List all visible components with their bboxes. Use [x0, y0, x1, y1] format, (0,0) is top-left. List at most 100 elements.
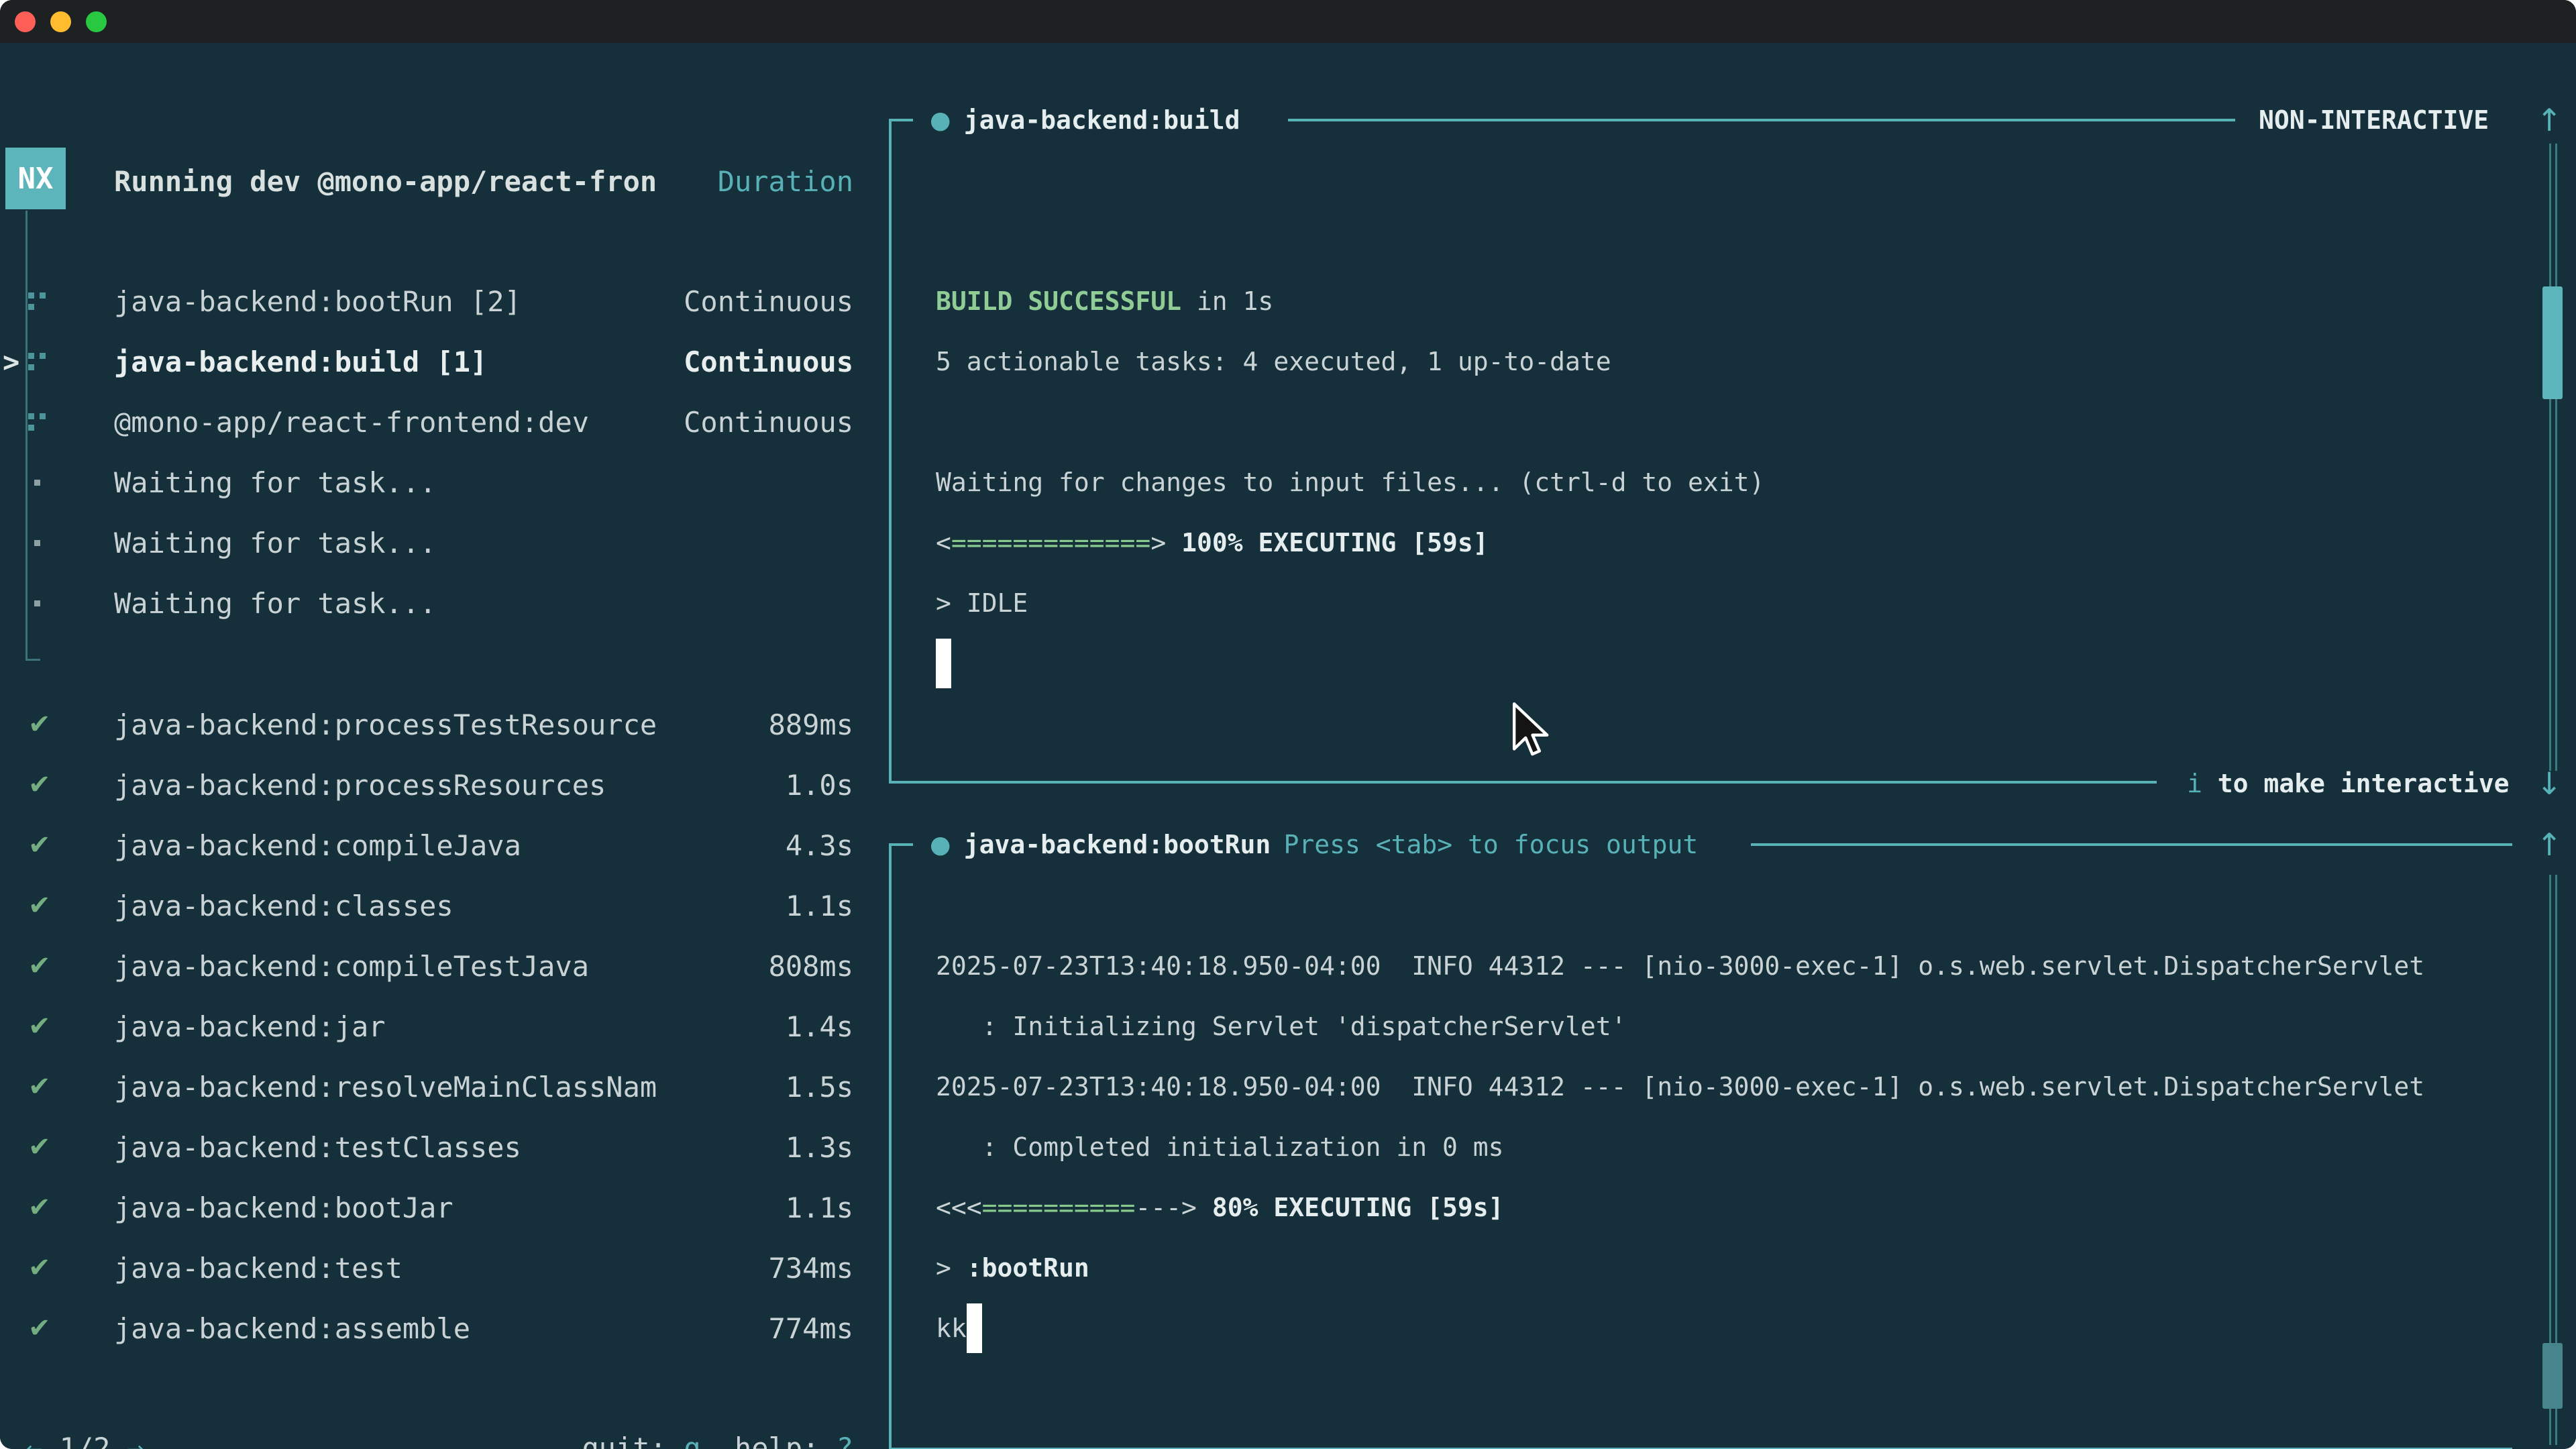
task-label: java-backend:testClasses [114, 1117, 521, 1177]
task-duration: 889ms [769, 694, 853, 755]
task-row[interactable]: ✔java-backend:compileJava4.3s [0, 815, 853, 875]
task-label: Waiting for task... [114, 513, 436, 573]
zoom-window-button[interactable] [86, 11, 107, 32]
interactive-hint-text: to make interactive [2218, 769, 2510, 798]
task-duration: 4.3s [786, 815, 853, 875]
build-pane-bottom-border [889, 781, 2157, 784]
duration-column-header: Duration [0, 151, 853, 211]
terminal-line: 2025-07-23T13:40:18.950-04:00 INFO 44312… [936, 936, 2424, 996]
bootrun-pane-header-rule [1751, 843, 2512, 846]
build-pane-interactive-hint: i to make interactive [2187, 753, 2509, 814]
task-pending-dot-icon [34, 480, 40, 486]
bootrun-pane-scrollbar-thumb[interactable] [2542, 1343, 2563, 1409]
task-label: Waiting for task... [114, 573, 436, 633]
terminal-content: NX Running dev @mono-app/react-fron Dura… [0, 43, 2576, 1449]
task-duration: 808ms [769, 936, 853, 996]
task-label: java-backend:processTestResource [114, 694, 657, 755]
task-row[interactable]: ✔ java-backend:resolveMainClassNam 1.5s [0, 1057, 853, 1117]
task-duration: 1.3s [786, 1117, 853, 1177]
task-row[interactable]: @mono-app/react-frontend:dev Continuous [0, 392, 853, 452]
bootrun-pane-header: ● java-backend:bootRun Press <tab> to fo… [930, 814, 1698, 875]
task-duration: 774ms [769, 1298, 853, 1358]
task-row[interactable]: ✔ java-backend:assemble 774ms [0, 1298, 853, 1358]
quit-hint-label: quit: [582, 1432, 666, 1449]
bootrun-pane-corner-stub [889, 843, 913, 846]
keyboard-hints: quit: q help: ? [0, 1417, 853, 1449]
task-row[interactable]: Waiting for task... [0, 513, 853, 573]
task-pending-dot-icon [34, 540, 40, 546]
task-row[interactable]: java-backend:build [1]Continuous [0, 331, 853, 392]
build-pane-header-rule [1288, 119, 2235, 121]
build-pane-scroll-up-icon[interactable]: ↑ [2529, 90, 2569, 150]
task-spinner-icon [28, 292, 46, 311]
task-duration: 734ms [769, 1238, 853, 1298]
task-label: java-backend:assemble [114, 1298, 470, 1358]
close-window-button[interactable] [15, 11, 36, 32]
task-label: java-backend:classes [114, 875, 453, 936]
terminal-block-cursor [936, 639, 951, 688]
terminal-line: <=============> 100% EXECUTING [59s] [936, 513, 1489, 573]
bootrun-pane-title: java-backend:bootRun [964, 830, 1271, 859]
task-row[interactable]: Waiting for task... [0, 573, 853, 633]
bootrun-pane-left-border [889, 843, 892, 1449]
task-label: java-backend:bootJar [114, 1177, 453, 1238]
task-success-check-icon: ✔ [28, 951, 51, 981]
terminal-line: Waiting for changes to input files... (c… [936, 452, 1764, 513]
bootrun-pane-scroll-up-icon[interactable]: ↑ [2529, 814, 2569, 875]
task-duration: 1.1s [786, 1177, 853, 1238]
task-row[interactable]: ✔java-backend:processResources1.0s [0, 755, 853, 815]
task-success-check-icon: ✔ [28, 1313, 51, 1344]
terminal-line [936, 633, 951, 694]
task-duration: 1.4s [786, 996, 853, 1057]
terminal-line: BUILD SUCCESSFUL in 1s [936, 271, 1273, 331]
task-label: java-backend:compileJava [114, 815, 521, 875]
task-row[interactable]: ✔java-backend:classes1.1s [0, 875, 853, 936]
task-row[interactable]: ✔ java-backend:compileTestJava 808ms [0, 936, 853, 996]
build-pane-scrollbar-track[interactable] [2549, 144, 2557, 771]
terminal-window: NX Running dev @mono-app/react-fron Dura… [0, 0, 2576, 1449]
task-spinner-icon [28, 413, 46, 431]
build-pane-corner-stub [889, 119, 913, 121]
task-duration: 1.5s [786, 1057, 853, 1117]
task-label: java-backend:resolveMainClassNam [114, 1057, 657, 1117]
task-label: Waiting for task... [114, 452, 436, 513]
build-pane-title: java-backend:build [964, 105, 1240, 135]
task-row[interactable]: ✔java-backend:jar1.4s [0, 996, 853, 1057]
window-titlebar[interactable] [0, 0, 2576, 43]
terminal-line: : Completed initialization in 0 ms [936, 1117, 1503, 1177]
terminal-line: > IDLE [936, 573, 1028, 633]
mouse-cursor [1511, 702, 1552, 758]
terminal-line: <<<==========---> 80% EXECUTING [59s] [936, 1177, 1504, 1238]
task-row[interactable]: ✔java-backend:test734ms [0, 1238, 853, 1298]
task-success-check-icon: ✔ [28, 709, 51, 740]
build-pane-mode-badge: NON-INTERACTIVE [2259, 90, 2489, 150]
task-row[interactable]: Waiting for task... [0, 452, 853, 513]
task-status: Continuous [684, 331, 853, 392]
task-label: java-backend:compileTestJava [114, 936, 589, 996]
bootrun-pane-focus-hint: Press <tab> to focus output [1284, 830, 1699, 859]
help-hint-key: ? [837, 1432, 853, 1449]
interactive-hint-key: i [2187, 769, 2202, 798]
task-label: java-backend:processResources [114, 755, 606, 815]
terminal-line: 5 actionable tasks: 4 executed, 1 up-to-… [936, 331, 1611, 392]
task-row[interactable]: java-backend:bootRun [2]Continuous [0, 271, 853, 331]
task-row[interactable]: ✔java-backend:testClasses1.3s [0, 1117, 853, 1177]
task-duration: 1.0s [786, 755, 853, 815]
task-row[interactable]: ✔ java-backend:processTestResource 889ms [0, 694, 853, 755]
minimize-window-button[interactable] [50, 11, 71, 32]
task-label: @mono-app/react-frontend:dev [114, 392, 589, 452]
terminal-line: : Initializing Servlet 'dispatcherServle… [936, 996, 1627, 1057]
build-pane-scrollbar-thumb[interactable] [2542, 286, 2563, 399]
task-success-check-icon: ✔ [28, 1252, 51, 1283]
task-status: Continuous [684, 271, 853, 331]
terminal-line: kk [936, 1298, 982, 1358]
bootrun-pane-status-bullet-icon: ● [930, 831, 951, 859]
task-success-check-icon: ✔ [28, 1192, 51, 1223]
task-success-check-icon: ✔ [28, 1071, 51, 1102]
task-spinner-icon [28, 353, 46, 371]
task-status: Continuous [684, 392, 853, 452]
build-pane-header: ● java-backend:build [930, 90, 1240, 150]
terminal-line: 2025-07-23T13:40:18.950-04:00 INFO 44312… [936, 1057, 2424, 1117]
terminal-block-cursor [967, 1303, 982, 1353]
task-row[interactable]: ✔ java-backend:bootJar 1.1s [0, 1177, 853, 1238]
